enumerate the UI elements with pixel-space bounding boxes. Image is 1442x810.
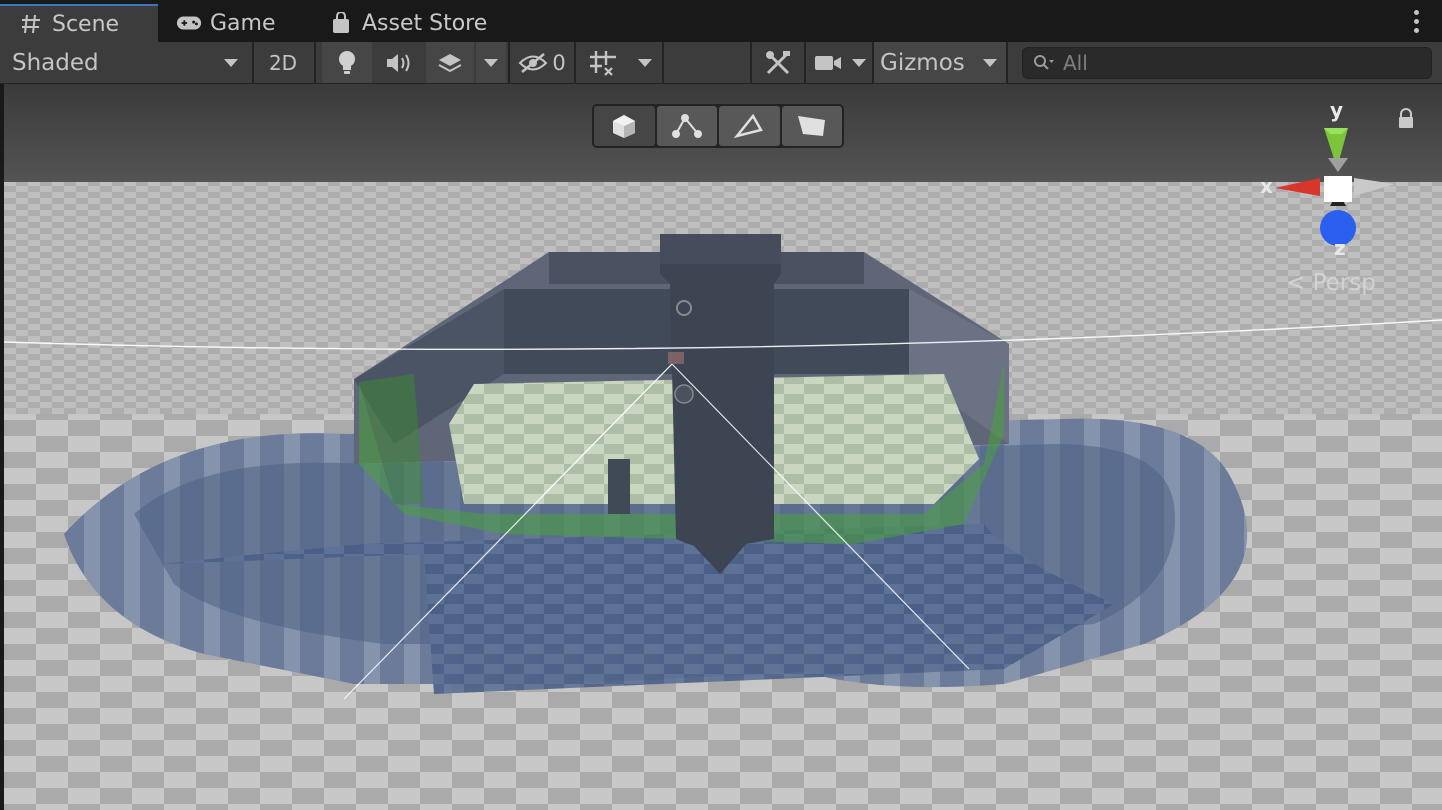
lightbulb-icon (339, 50, 355, 74)
chevron-down-icon (852, 58, 866, 67)
vertex-graph-icon (671, 114, 702, 138)
tab-game-label: Game (210, 10, 276, 36)
camera-settings-button[interactable] (808, 42, 872, 83)
tab-scene-label: Scene (52, 11, 120, 37)
scene-render (4, 84, 1442, 810)
search-box[interactable] (1022, 47, 1432, 79)
speaker-icon (387, 53, 410, 72)
effects-toggle-button[interactable] (426, 42, 474, 83)
effects-dropdown-button[interactable] (476, 42, 506, 83)
axis-z-label: z (1334, 236, 1346, 260)
vertex-mode-button[interactable] (656, 106, 717, 146)
search-input[interactable] (1063, 51, 1423, 75)
wrench-screwdriver-icon (766, 50, 790, 74)
draw-mode-dropdown[interactable]: Shaded (0, 42, 252, 83)
gizmos-dropdown-button[interactable] (974, 42, 1006, 83)
tab-asset-store[interactable]: Asset Store (310, 4, 500, 42)
scene-toolbar: Shaded 2D 0 Gizmos (0, 42, 1442, 84)
lighting-toggle-button[interactable] (322, 42, 372, 83)
tools-button[interactable] (754, 42, 802, 83)
2d-label: 2D (268, 50, 298, 75)
camera-icon (815, 55, 841, 70)
gamepad-icon (176, 12, 202, 34)
hidden-objects-count: 0 (552, 50, 566, 75)
search-icon (1034, 55, 1054, 70)
gizmos-label: Gizmos (880, 49, 965, 76)
axis-y-label: y (1330, 98, 1344, 122)
chevron-down-icon (638, 58, 652, 67)
tab-asset-store-label: Asset Store (362, 10, 488, 36)
eye-slash-icon (518, 52, 548, 73)
grid-icon (590, 50, 616, 76)
object-mode-button[interactable] (594, 106, 655, 146)
scene-visibility-button[interactable]: 0 (512, 42, 572, 83)
audio-toggle-button[interactable] (374, 42, 424, 83)
grid-dropdown-button[interactable] (630, 42, 660, 83)
projection-toggle[interactable]: < Persp (1286, 270, 1376, 296)
face-mode-button[interactable] (781, 106, 842, 146)
lock-icon[interactable] (1397, 108, 1415, 130)
tab-game[interactable]: Game (158, 4, 308, 42)
triangle-edge-icon (733, 113, 764, 139)
shopping-bag-icon (328, 12, 354, 34)
chevron-down-icon (224, 58, 238, 67)
gizmos-toggle-button[interactable]: Gizmos (874, 42, 974, 83)
more-options-icon[interactable] (1414, 10, 1420, 34)
face-plane-icon (797, 116, 825, 136)
chevron-down-icon (983, 58, 997, 67)
axis-x-label: x (1260, 174, 1273, 198)
scene-tool-group (592, 104, 844, 148)
scene-viewport[interactable]: y x z < Persp (4, 84, 1442, 810)
grid-toggle-button[interactable] (578, 42, 628, 83)
chevron-down-icon (484, 58, 498, 67)
edge-mode-button[interactable] (719, 106, 780, 146)
tab-bar: Scene Game Asset Store (0, 0, 1442, 42)
orientation-gizmo[interactable]: y x z (1250, 92, 1420, 262)
draw-mode-label: Shaded (12, 49, 99, 76)
layers-effects-icon (438, 53, 462, 72)
hash-icon (18, 13, 44, 35)
2d-toggle-button[interactable]: 2D (256, 42, 310, 83)
tab-scene[interactable]: Scene (0, 4, 158, 42)
cube-icon (613, 115, 636, 138)
